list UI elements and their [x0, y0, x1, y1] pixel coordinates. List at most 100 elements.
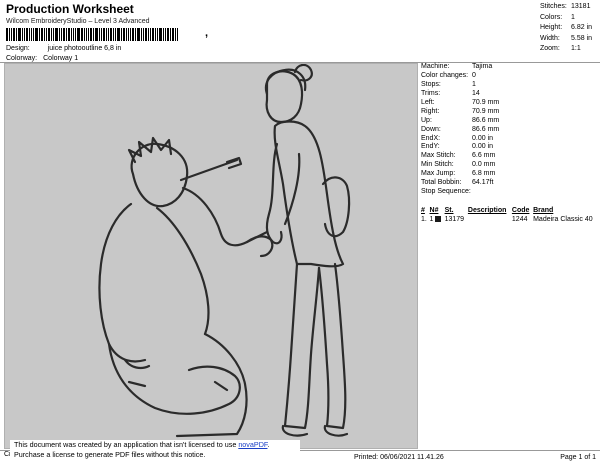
cell-code: 1244	[511, 216, 528, 224]
param-value: 0	[472, 72, 476, 80]
barcode-bar	[99, 28, 100, 41]
notice-line-2: Purchase a license to generate PDF files…	[14, 449, 206, 459]
design-info-row: Design: juice photooutline 6,8 in	[6, 45, 121, 53]
page-title: Production Worksheet	[6, 2, 134, 16]
param-label: Down:	[421, 125, 441, 133]
standing-figure-head	[265, 70, 304, 124]
kneeling-figure-hair	[127, 136, 173, 164]
license-notice: This document was created by an applicat…	[10, 440, 300, 460]
barcode-bar	[73, 28, 74, 41]
summary-panel: Stitches: 13181 Colors: 1 Height: 6.82 in W…	[540, 2, 600, 55]
param-value: 6.8 mm	[472, 170, 496, 178]
barcode-bar	[123, 28, 125, 41]
barcode-bar	[13, 28, 15, 41]
barcode-bar	[77, 28, 80, 41]
design-outline-drawing	[98, 64, 351, 438]
summary-label: Colors:	[540, 13, 563, 21]
summary-row: Zoom: 1:1	[540, 44, 600, 55]
barcode-bar	[84, 28, 85, 41]
param-value: 70.9 mm	[472, 98, 500, 106]
barcode-bar	[165, 28, 166, 41]
barcode-bar	[33, 28, 34, 41]
col-header: St.	[444, 207, 454, 214]
param-label: EndX:	[421, 134, 441, 142]
param-row: EndY: 0.00 in	[421, 143, 600, 152]
stop-sequence-title: Stop Sequence:	[421, 187, 600, 196]
param-row: Up: 86.6 mm	[421, 116, 600, 125]
param-value: 70.9 mm	[472, 107, 500, 115]
barcode-bar	[29, 28, 30, 41]
summary-value: 1	[571, 13, 575, 21]
param-value: 14	[472, 90, 480, 98]
barcode-bar	[24, 28, 25, 41]
kneeling-figure-fold-lines	[123, 358, 229, 392]
param-value: Tajima	[472, 63, 493, 71]
barcode-bar	[175, 28, 176, 41]
param-row: Total Bobbin: 64.17ft	[421, 179, 600, 188]
barcode-bar	[18, 28, 21, 41]
param-label: Max Stitch:	[421, 152, 456, 160]
param-row: EndX: 0.00 in	[421, 134, 600, 143]
barcode-bar	[101, 28, 102, 41]
param-row: Trims: 14	[421, 90, 600, 99]
param-row: Max Stitch: 6.6 mm	[421, 152, 600, 161]
summary-label: Zoom:	[540, 45, 560, 53]
barcode-bar	[148, 28, 149, 41]
param-row: Max Jump: 6.8 mm	[421, 170, 600, 179]
barcode-bar	[135, 28, 136, 41]
standing-figure-leg-2	[317, 262, 347, 430]
param-label: Stops:	[421, 81, 441, 89]
param-label: Left:	[421, 98, 435, 106]
summary-row: Width: 5.58 in	[540, 34, 600, 45]
param-label: Total Bobbin:	[421, 179, 462, 186]
barcode-bar	[177, 28, 178, 41]
kneeling-figure-legs	[107, 342, 241, 415]
novapdf-link[interactable]: novaPDF	[238, 440, 267, 449]
barcode-bar	[170, 28, 171, 41]
barcode-bar	[9, 28, 10, 41]
barcode-bar	[110, 28, 112, 41]
barcode-bar	[167, 28, 169, 41]
col-header: Code	[511, 207, 530, 214]
summary-value: 5.58 in	[571, 34, 593, 42]
needle-number: 1	[429, 216, 434, 224]
standing-figure-torso	[273, 120, 345, 268]
barcode-bar	[86, 28, 87, 41]
notice-period: .	[267, 440, 270, 449]
barcode-bar	[115, 28, 116, 41]
param-row: Right: 70.9 mm	[421, 107, 600, 116]
barcode-bar	[68, 28, 70, 41]
barcode-bar	[66, 28, 67, 41]
barcode-suffix: ,	[205, 27, 209, 39]
col-header: N#	[429, 207, 439, 214]
kneeling-figure-hand	[245, 235, 274, 258]
barcode-bar	[108, 28, 109, 41]
summary-label: Stitches:	[540, 3, 567, 11]
param-value: 86.6 mm	[472, 116, 500, 124]
param-row: Min Stitch: 0.0 mm	[421, 161, 600, 170]
param-value: 64.17ft	[472, 179, 494, 186]
param-value: 86.6 mm	[472, 125, 500, 133]
summary-label: Height:	[540, 24, 563, 32]
barcode-bar	[61, 28, 62, 41]
summary-value: 13181	[571, 3, 591, 11]
summary-row: Stitches: 13181	[540, 2, 600, 13]
color-swatch-icon	[435, 216, 442, 223]
barcode-bar	[44, 28, 45, 41]
kneeling-figure-microphone	[179, 156, 243, 182]
design-label: Design:	[6, 45, 30, 52]
param-label: Trims:	[421, 90, 441, 98]
barcode-bar	[31, 28, 32, 41]
barcode-bar	[22, 28, 23, 41]
barcode-bar	[128, 28, 129, 41]
summary-row: Height: 6.82 in	[540, 23, 600, 34]
barcode-bar	[130, 28, 131, 41]
barcode-bar	[159, 28, 162, 41]
barcode-bar	[75, 28, 76, 41]
machine-params-panel: Machine: Tajima Color changes: 0 Stops: 1 T…	[421, 63, 600, 196]
col-header: Brand	[533, 207, 554, 214]
design-value: juice photooutline 6,8 in	[47, 45, 122, 52]
param-label: Min Stitch:	[421, 161, 454, 169]
barcode-bar	[26, 28, 28, 41]
barcode-bar	[141, 28, 142, 41]
